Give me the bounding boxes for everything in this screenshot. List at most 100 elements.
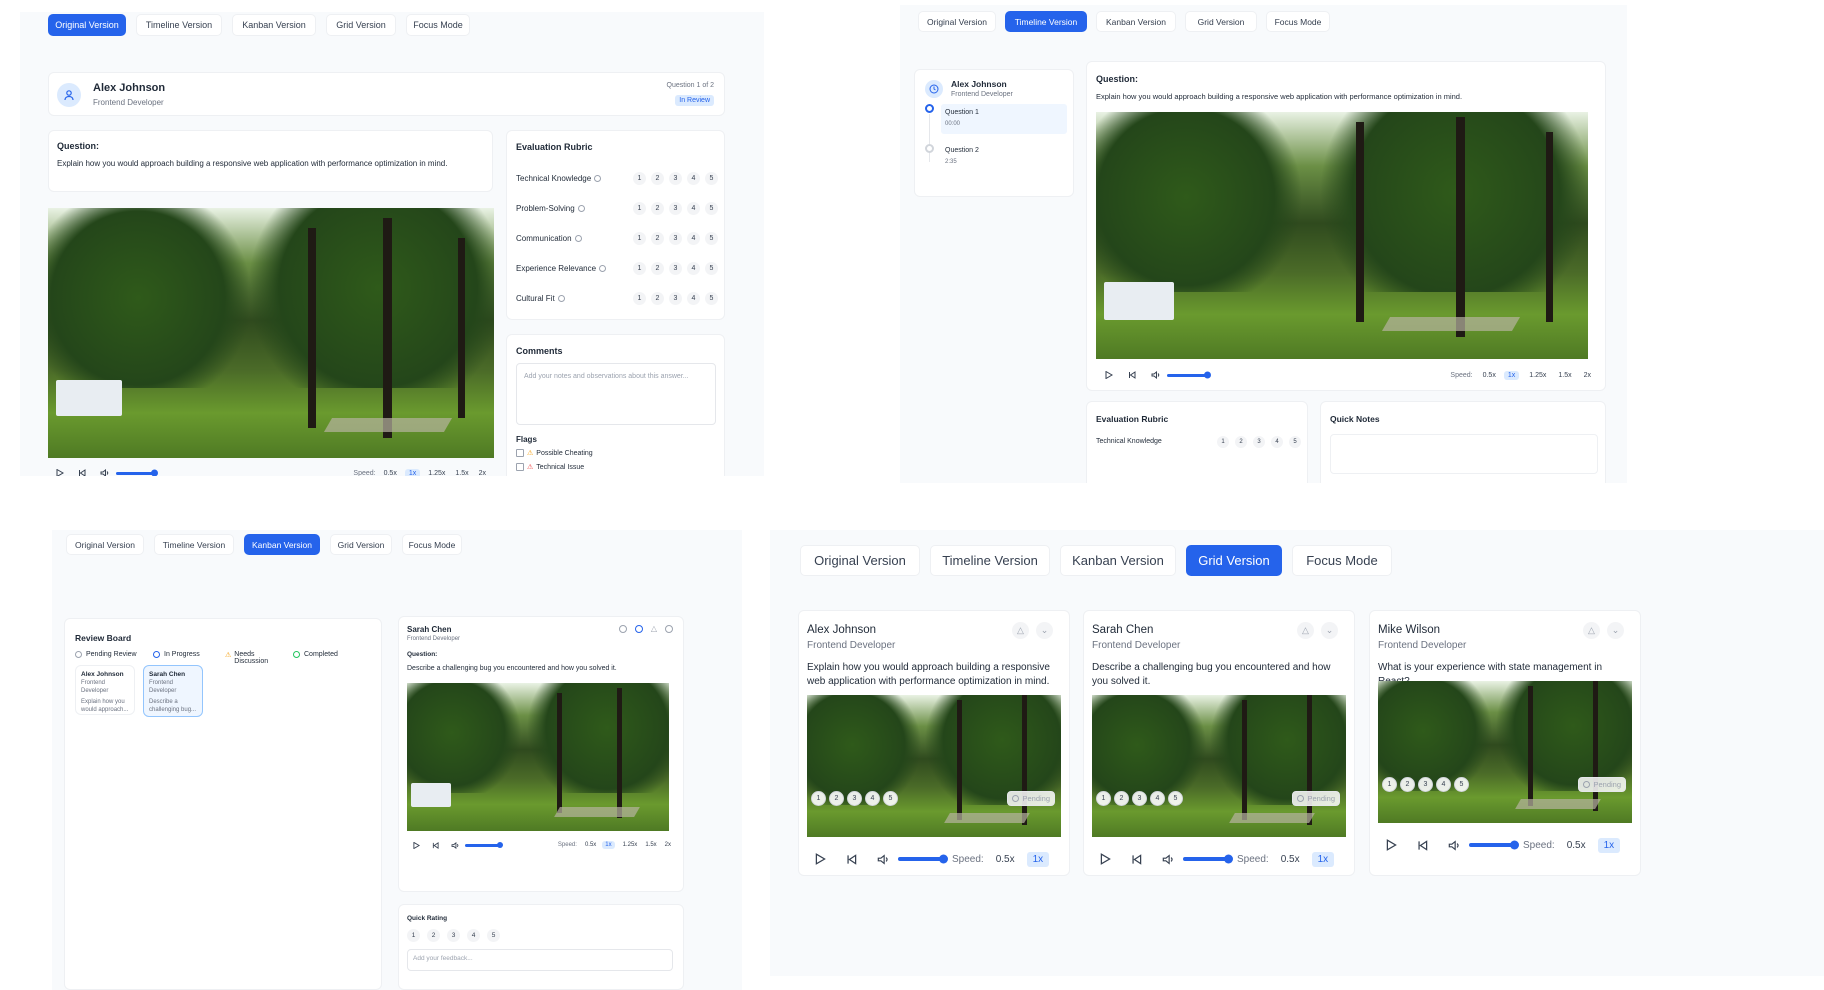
chevron-down-icon[interactable]: ⌄ bbox=[1321, 622, 1338, 639]
info-icon[interactable] bbox=[594, 174, 602, 182]
volume-icon[interactable] bbox=[451, 841, 460, 849]
tab-focus[interactable]: Focus Mode bbox=[406, 14, 470, 36]
score-1[interactable]: 1 bbox=[633, 261, 646, 275]
score-2[interactable]: 2 bbox=[651, 291, 664, 305]
score-1[interactable]: 1 bbox=[811, 791, 826, 806]
volume-slider[interactable] bbox=[898, 854, 948, 864]
score-3[interactable]: 3 bbox=[669, 171, 682, 185]
score-4[interactable]: 4 bbox=[1436, 777, 1451, 792]
score-4[interactable]: 4 bbox=[865, 791, 880, 806]
kanban-card-sarah[interactable]: Sarah Chen Frontend Developer Describe a… bbox=[143, 665, 203, 717]
score-1[interactable]: 1 bbox=[1096, 791, 1111, 806]
speed-0.5x[interactable]: 0.5x bbox=[1567, 840, 1586, 851]
warning-icon[interactable]: △ bbox=[1297, 622, 1314, 639]
tab-kanban[interactable]: Kanban Version bbox=[1096, 11, 1176, 32]
volume-slider[interactable] bbox=[116, 469, 158, 476]
score-2[interactable]: 2 bbox=[1114, 791, 1129, 806]
clock-icon[interactable] bbox=[618, 625, 627, 633]
quick-notes-input[interactable] bbox=[1330, 434, 1598, 474]
tab-kanban[interactable]: Kanban Version bbox=[1060, 545, 1176, 576]
score-2[interactable]: 2 bbox=[651, 201, 664, 215]
video-player[interactable] bbox=[807, 695, 1061, 837]
kanban-card-alex[interactable]: Alex Johnson Frontend Developer Explain … bbox=[75, 665, 135, 715]
rating-4[interactable]: 4 bbox=[467, 929, 480, 942]
volume-slider[interactable] bbox=[1183, 854, 1233, 864]
speed-1x[interactable]: 1x bbox=[602, 841, 615, 849]
score-1[interactable]: 1 bbox=[633, 171, 646, 185]
rating-1[interactable]: 1 bbox=[407, 929, 420, 942]
rating-5[interactable]: 5 bbox=[487, 929, 500, 942]
play-icon[interactable] bbox=[1386, 839, 1397, 851]
chevron-down-icon[interactable]: ⌄ bbox=[1607, 622, 1624, 639]
skip-back-icon[interactable] bbox=[78, 469, 86, 476]
volume-slider[interactable] bbox=[1469, 840, 1519, 850]
skip-back-icon[interactable] bbox=[432, 841, 439, 849]
score-4[interactable]: 4 bbox=[1150, 791, 1165, 806]
score-3[interactable]: 3 bbox=[669, 231, 682, 245]
score-1[interactable]: 1 bbox=[633, 201, 646, 215]
warning-icon[interactable]: △ bbox=[1583, 622, 1600, 639]
score-2[interactable]: 2 bbox=[651, 261, 664, 275]
speed-0.5x[interactable]: 0.5x bbox=[996, 854, 1015, 865]
volume-icon[interactable] bbox=[1151, 371, 1161, 379]
score-5[interactable]: 5 bbox=[705, 171, 718, 185]
score-1[interactable]: 1 bbox=[1382, 777, 1397, 792]
skip-back-icon[interactable] bbox=[1128, 371, 1136, 379]
comments-textarea[interactable]: Add your notes and observations about th… bbox=[516, 363, 716, 425]
flag-item-cheating[interactable]: ⚠ Possible Cheating bbox=[516, 449, 593, 457]
score-2[interactable]: 2 bbox=[1400, 777, 1415, 792]
skip-back-icon[interactable] bbox=[1417, 839, 1428, 851]
skip-back-icon[interactable] bbox=[1131, 853, 1142, 865]
score-5[interactable]: 5 bbox=[705, 291, 718, 305]
video-player[interactable] bbox=[1378, 681, 1632, 823]
play-icon[interactable] bbox=[1100, 853, 1111, 865]
score-2[interactable]: 2 bbox=[651, 171, 664, 185]
volume-icon[interactable] bbox=[1448, 839, 1461, 851]
tab-focus[interactable]: Focus Mode bbox=[1266, 11, 1330, 32]
score-5[interactable]: 5 bbox=[883, 791, 898, 806]
tab-original[interactable]: Original Version bbox=[918, 11, 996, 32]
score-5[interactable]: 5 bbox=[1289, 436, 1301, 448]
score-1[interactable]: 1 bbox=[633, 231, 646, 245]
speed-2x[interactable]: 2x bbox=[665, 842, 671, 848]
feedback-input[interactable]: Add your feedback... bbox=[407, 949, 673, 971]
tab-timeline[interactable]: Timeline Version bbox=[154, 534, 234, 555]
play-icon[interactable] bbox=[1105, 371, 1113, 379]
tab-timeline[interactable]: Timeline Version bbox=[136, 14, 222, 36]
volume-icon[interactable] bbox=[100, 469, 110, 476]
volume-slider[interactable] bbox=[465, 842, 503, 848]
speed-2x[interactable]: 2x bbox=[479, 470, 486, 477]
tab-original[interactable]: Original Version bbox=[48, 14, 126, 36]
video-player[interactable] bbox=[407, 683, 669, 831]
volume-icon[interactable] bbox=[877, 853, 890, 865]
score-5[interactable]: 5 bbox=[705, 231, 718, 245]
score-5[interactable]: 5 bbox=[705, 201, 718, 215]
warning-icon[interactable]: △ bbox=[651, 625, 657, 633]
rating-3[interactable]: 3 bbox=[447, 929, 460, 942]
info-icon[interactable] bbox=[599, 264, 607, 272]
score-3[interactable]: 3 bbox=[847, 791, 862, 806]
speed-0.5x[interactable]: 0.5x bbox=[384, 470, 397, 477]
score-1[interactable]: 1 bbox=[633, 291, 646, 305]
tab-original[interactable]: Original Version bbox=[66, 534, 144, 555]
info-icon[interactable] bbox=[557, 294, 565, 302]
timeline-item-2[interactable]: Question 2 2:35 bbox=[925, 144, 1067, 174]
tab-timeline[interactable]: Timeline Version bbox=[1005, 11, 1087, 32]
score-5[interactable]: 5 bbox=[1454, 777, 1469, 792]
video-player[interactable] bbox=[48, 208, 494, 458]
score-2[interactable]: 2 bbox=[651, 231, 664, 245]
score-4[interactable]: 4 bbox=[687, 201, 700, 215]
score-2[interactable]: 2 bbox=[1235, 436, 1247, 448]
chevron-down-icon[interactable]: ⌄ bbox=[1036, 622, 1053, 639]
tab-grid[interactable]: Grid Version bbox=[1185, 11, 1257, 32]
video-player[interactable] bbox=[1096, 112, 1588, 359]
tab-grid[interactable]: Grid Version bbox=[326, 14, 396, 36]
rating-2[interactable]: 2 bbox=[427, 929, 440, 942]
tab-grid[interactable]: Grid Version bbox=[330, 534, 392, 555]
tab-kanban[interactable]: Kanban Version bbox=[244, 534, 320, 555]
speed-1.25x[interactable]: 1.25x bbox=[1529, 372, 1546, 379]
speed-1.5x[interactable]: 1.5x bbox=[455, 470, 468, 477]
info-icon[interactable] bbox=[574, 234, 582, 242]
timeline-item-1[interactable]: Question 1 00:00 bbox=[925, 104, 1067, 134]
score-3[interactable]: 3 bbox=[1132, 791, 1147, 806]
